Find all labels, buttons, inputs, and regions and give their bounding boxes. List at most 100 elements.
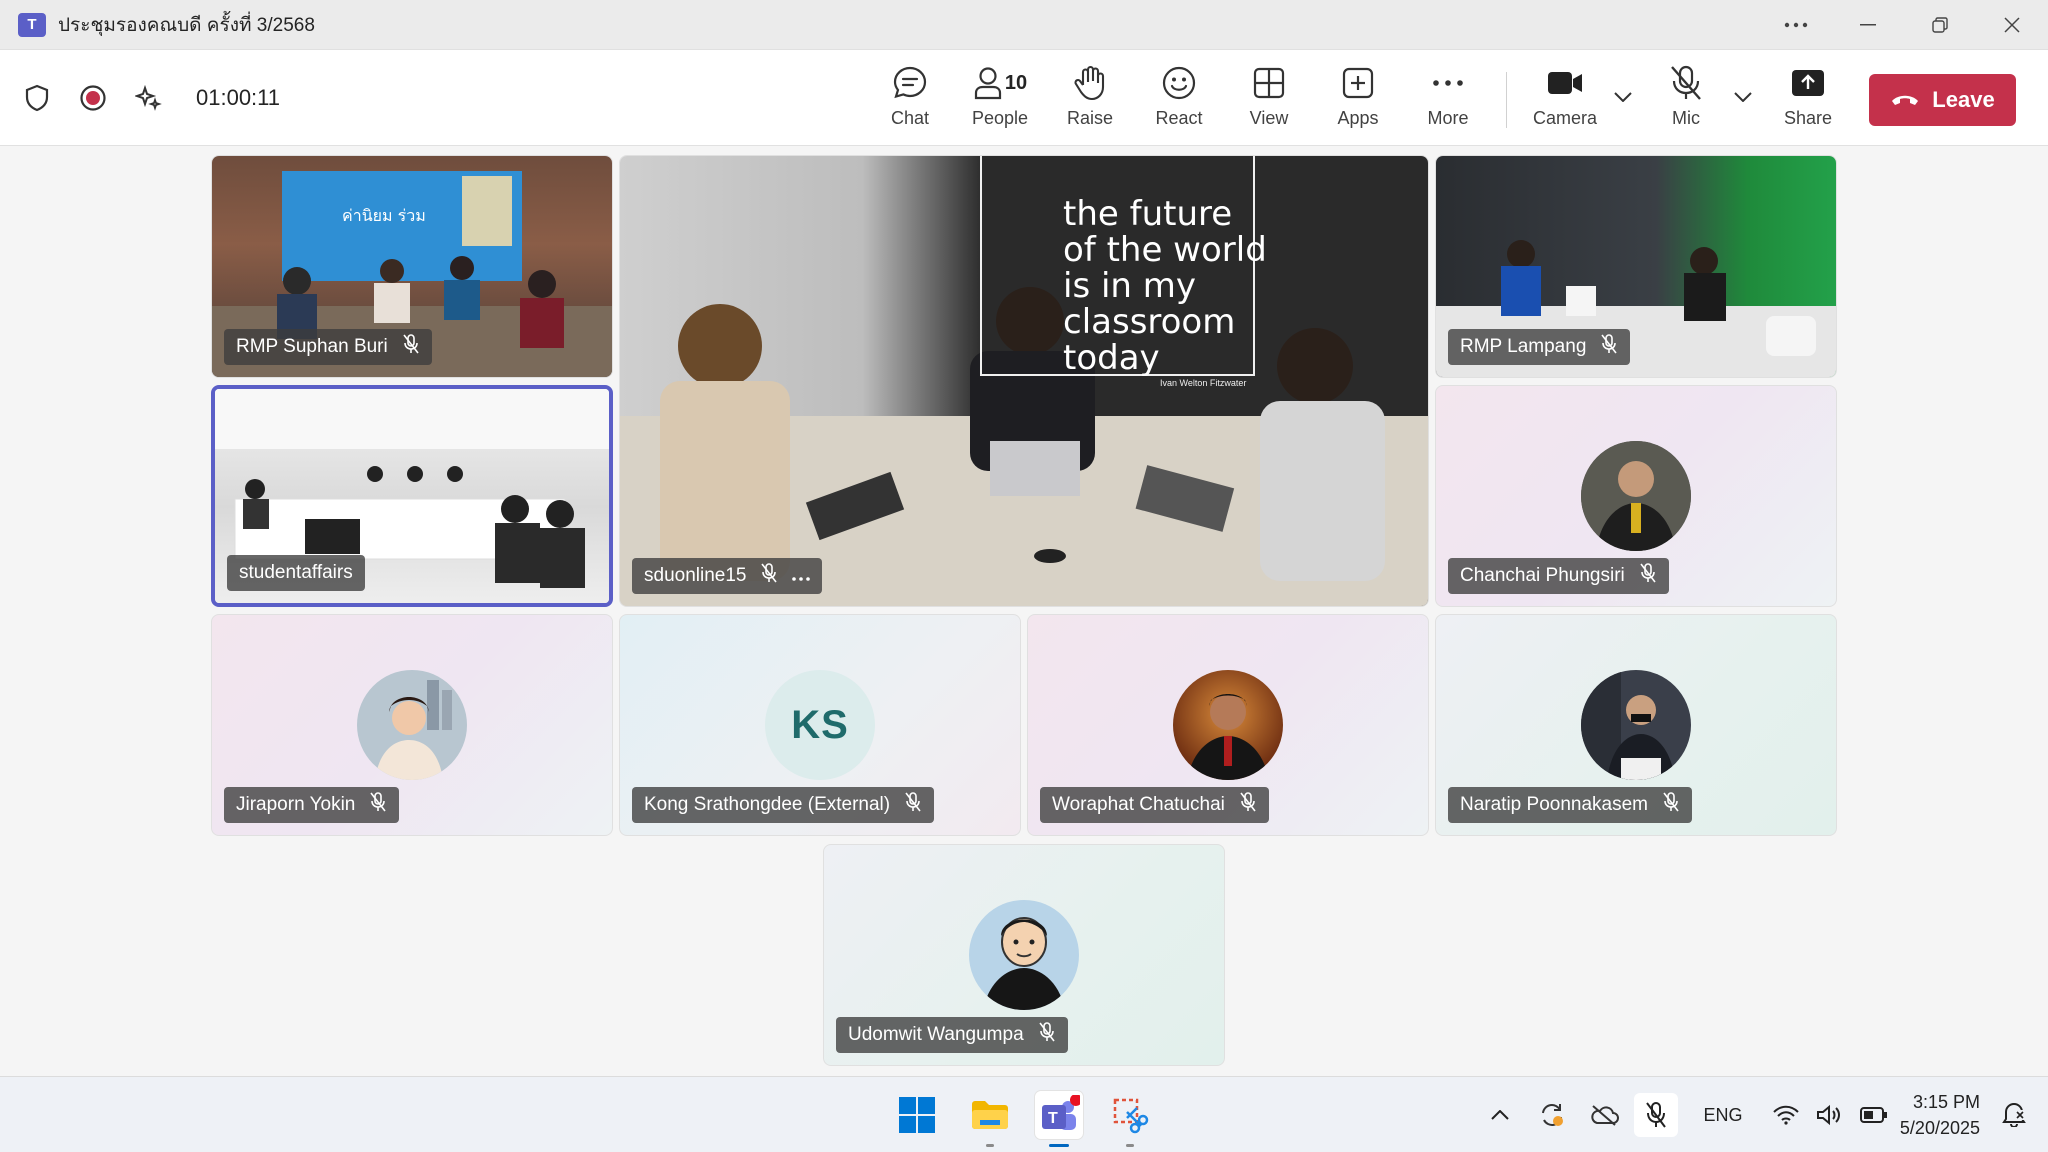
snipping-tool-taskbar-button[interactable]	[1106, 1091, 1154, 1147]
participant-name: Kong Srathongdee (External)	[644, 794, 891, 815]
microphone-muted-tray-icon[interactable]	[1634, 1093, 1678, 1137]
react-button[interactable]: React	[1139, 64, 1219, 134]
input-language-indicator[interactable]: ENG	[1696, 1093, 1750, 1137]
participant-name: Chanchai Phungsiri	[1460, 565, 1625, 586]
mic-options-chevron-icon[interactable]	[1728, 82, 1758, 112]
camera-options-chevron-icon[interactable]	[1608, 82, 1638, 112]
participant-tile[interactable]: ค่านิยม ร่วม RMP Suphan Buri	[211, 155, 613, 378]
participant-tile[interactable]: Udomwit Wangumpa	[823, 844, 1225, 1066]
quote-text: the future of the world is in my classro…	[1063, 196, 1267, 376]
meeting-status: 01:00:11	[22, 50, 280, 146]
participant-tile[interactable]: Woraphat Chatuchai	[1027, 614, 1429, 836]
mic-muted-icon	[760, 563, 778, 589]
window-controls	[1760, 0, 2048, 50]
volume-icon[interactable]	[1808, 1093, 1852, 1137]
show-hidden-icons-chevron-icon[interactable]	[1478, 1093, 1522, 1137]
participant-name: sduonline15	[644, 565, 747, 586]
more-label: More	[1427, 108, 1469, 128]
participant-tile[interactable]: Chanchai Phungsiri	[1435, 385, 1837, 607]
recording-icon[interactable]	[78, 83, 108, 113]
windows-taskbar: T ENG 3:15 PM 5/20/2025	[0, 1076, 2048, 1152]
camera-button[interactable]: Camera	[1524, 64, 1606, 134]
participant-nameplate: Chanchai Phungsiri	[1448, 558, 1669, 594]
participant-nameplate: RMP Suphan Buri	[224, 329, 432, 365]
quote-line: is in my	[1063, 266, 1197, 306]
start-button[interactable]	[893, 1091, 941, 1139]
participant-nameplate: Kong Srathongdee (External)	[632, 787, 935, 823]
phone-hangup-icon	[1890, 87, 1920, 113]
participant-tile[interactable]: RMP Lampang	[1435, 155, 1837, 378]
title-bar: T ประชุมรองคณบดี ครั้งที่ 3/2568	[0, 0, 2048, 50]
copilot-sparkle-icon[interactable]	[134, 83, 164, 113]
participant-avatar	[969, 900, 1079, 1010]
people-button[interactable]: 10 People	[960, 64, 1040, 134]
svg-text:T: T	[1048, 1110, 1058, 1127]
participant-initials-avatar: KS	[765, 670, 875, 780]
people-count: 10	[1004, 71, 1028, 94]
meeting-toolbar: 01:00:11 Chat 10 People Raise React View	[0, 50, 2048, 146]
minimize-button[interactable]	[1832, 0, 1904, 50]
mic-muted-icon	[402, 334, 420, 360]
participant-nameplate: studentaffairs	[227, 555, 365, 591]
participant-nameplate: RMP Lampang	[1448, 329, 1631, 365]
mic-muted-icon	[1600, 334, 1618, 360]
banner-text: ค่านิยม ร่วม	[342, 206, 426, 225]
chat-button[interactable]: Chat	[870, 64, 950, 134]
clock-time: 3:15 PM	[1912, 1092, 1980, 1112]
apps-button[interactable]: Apps	[1318, 64, 1398, 134]
wifi-icon[interactable]	[1764, 1093, 1808, 1137]
participant-nameplate: Jiraporn Yokin	[224, 787, 400, 823]
file-explorer-taskbar-button[interactable]	[966, 1091, 1014, 1147]
snipping-tool-icon	[1113, 1098, 1149, 1134]
share-button[interactable]: Share	[1768, 64, 1848, 134]
quote-author: Ivan Welton Fitzwater	[1160, 378, 1247, 388]
meeting-timer: 01:00:11	[196, 85, 281, 110]
quote-line: the future	[1063, 194, 1233, 234]
participant-nameplate: sduonline15	[632, 558, 823, 594]
shield-icon[interactable]	[22, 83, 52, 113]
clock-date: 5/20/2025	[1899, 1118, 1980, 1138]
meeting-stage: ค่านิยม ร่วม RMP Suphan Buri the future …	[0, 146, 2048, 1076]
teams-taskbar-button[interactable]: T	[1035, 1091, 1083, 1147]
raise-hand-button[interactable]: Raise	[1050, 64, 1130, 134]
participant-tile[interactable]: Jiraporn Yokin	[211, 614, 613, 836]
leave-button[interactable]: Leave	[1869, 74, 2016, 126]
mic-button[interactable]: Mic	[1646, 64, 1726, 134]
battery-icon[interactable]	[1852, 1093, 1896, 1137]
quote-line: today	[1063, 338, 1160, 378]
react-label: React	[1155, 108, 1203, 128]
restore-button[interactable]	[1904, 0, 1976, 50]
participant-video: the future of the world is in my classro…	[620, 156, 1428, 606]
view-button[interactable]: View	[1229, 64, 1309, 134]
system-tray: ENG	[1478, 1077, 1896, 1152]
share-icon	[1788, 64, 1828, 102]
participant-avatar	[1581, 441, 1691, 551]
more-options-icon[interactable]	[1760, 0, 1832, 50]
chat-icon	[890, 64, 930, 102]
system-clock[interactable]: 3:15 PM 5/20/2025	[1900, 1089, 1980, 1141]
participant-tile-large[interactable]: the future of the world is in my classro…	[619, 155, 1429, 607]
mic-muted-icon	[1239, 792, 1257, 818]
running-indicator	[1126, 1144, 1134, 1147]
people-label: People	[971, 108, 1029, 128]
participant-name: Woraphat Chatuchai	[1052, 794, 1225, 815]
mic-label: Mic	[1672, 108, 1700, 128]
participant-nameplate: Naratip Poonnakasem	[1448, 787, 1692, 823]
grid-view-icon	[1249, 64, 1289, 102]
participant-options-icon[interactable]	[792, 565, 811, 587]
windows-logo-icon	[899, 1097, 935, 1133]
participant-tile[interactable]: KS Kong Srathongdee (External)	[619, 614, 1021, 836]
raise-label: Raise	[1066, 108, 1114, 128]
onedrive-offline-icon[interactable]	[1582, 1093, 1626, 1137]
sync-icon[interactable]	[1530, 1093, 1574, 1137]
view-label: View	[1249, 108, 1289, 128]
participant-tile[interactable]: Naratip Poonnakasem	[1435, 614, 1837, 836]
mic-muted-icon	[369, 792, 387, 818]
more-button[interactable]: More	[1408, 64, 1488, 134]
toolbar-divider	[1506, 72, 1507, 128]
camera-label: Camera	[1532, 108, 1598, 128]
participant-tile-active-speaker[interactable]: studentaffairs	[211, 385, 613, 607]
teams-icon: T	[1042, 1095, 1080, 1130]
close-button[interactable]	[1976, 0, 2048, 50]
notification-bell-icon[interactable]	[2002, 1101, 2026, 1132]
